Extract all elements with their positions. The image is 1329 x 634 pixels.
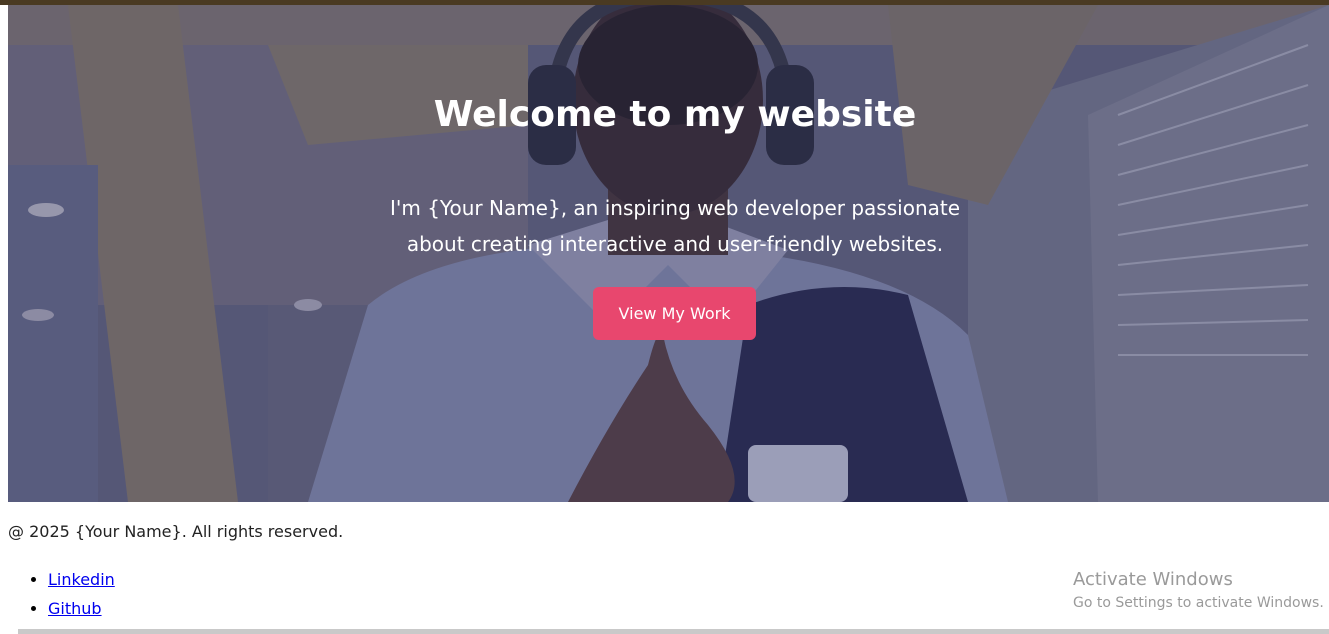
activate-windows-watermark: Activate Windows Go to Settings to activ… (1073, 569, 1324, 613)
github-link[interactable]: Github (48, 599, 102, 618)
watermark-subtitle: Go to Settings to activate Windows. (1073, 595, 1324, 611)
hero-content: Welcome to my website I'm {Your Name}, a… (8, 5, 1329, 502)
footer-link-item: Linkedin (48, 565, 115, 594)
horizontal-scrollbar[interactable] (18, 629, 1329, 634)
hero-title: Welcome to my website (433, 94, 917, 135)
hero-section: Welcome to my website I'm {Your Name}, a… (8, 5, 1329, 502)
page-footer: @ 2025 {Your Name}. All rights reserved.… (0, 502, 1329, 634)
watermark-title: Activate Windows (1073, 569, 1233, 590)
copyright-text: @ 2025 {Your Name}. All rights reserved. (8, 522, 344, 541)
view-my-work-button[interactable]: View My Work (593, 287, 756, 340)
linkedin-link[interactable]: Linkedin (48, 570, 115, 589)
footer-link-list: Linkedin Github (0, 565, 115, 623)
footer-link-item: Github (48, 594, 115, 623)
hero-subtitle: I'm {Your Name}, an inspiring web develo… (389, 196, 961, 256)
